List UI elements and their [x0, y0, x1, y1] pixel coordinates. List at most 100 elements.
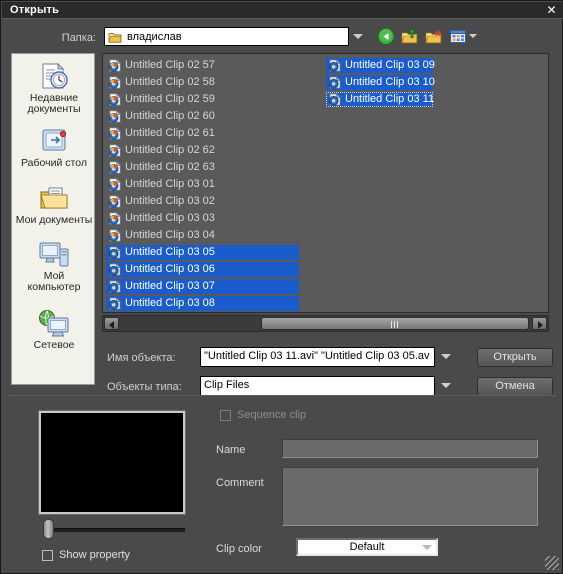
clip-file-icon [328, 76, 342, 89]
file-type-label: Объекты типа: [107, 381, 182, 393]
views-icon[interactable] [449, 28, 467, 45]
list-item[interactable]: Untitled Clip 02 58 [106, 75, 299, 90]
clip-color-label: Clip color [216, 543, 262, 555]
clip-file-icon [108, 110, 122, 123]
my-computer-icon [39, 242, 69, 267]
file-name: Untitled Clip 03 05 [125, 246, 215, 258]
comment-field[interactable] [282, 467, 538, 526]
clip-file-icon [108, 59, 122, 72]
show-property-label: Show property [59, 549, 130, 561]
list-item[interactable]: Untitled Clip 02 60 [106, 109, 299, 124]
preview-thumbnail [41, 413, 183, 512]
clip-file-icon [108, 93, 122, 106]
divider [9, 395, 556, 396]
file-name: Untitled Clip 03 04 [125, 229, 215, 241]
list-item[interactable]: Untitled Clip 03 10 [326, 75, 435, 90]
list-item[interactable]: Untitled Clip 03 01 [106, 177, 299, 192]
sidebar-item-label: Мои документы [15, 214, 93, 226]
list-item[interactable]: Untitled Clip 03 04 [106, 228, 299, 243]
resize-grip[interactable] [545, 556, 559, 570]
clip-file-icon [108, 263, 122, 276]
list-item[interactable]: Untitled Clip 02 61 [106, 126, 299, 141]
look-in-combobox[interactable]: владислав [104, 27, 349, 46]
file-name: Untitled Clip 03 09 [345, 59, 435, 71]
file-name-chevron-down-icon[interactable] [441, 354, 451, 359]
open-button[interactable]: Открыть [477, 348, 553, 367]
file-name: Untitled Clip 02 60 [125, 110, 215, 122]
name-label: Name [216, 444, 246, 456]
file-name: Untitled Clip 03 06 [125, 263, 215, 275]
file-name: Untitled Clip 03 01 [125, 178, 215, 190]
places-sidebar: Недавние документы Рабочий стол Мои доку… [11, 53, 95, 385]
clip-file-icon [108, 161, 122, 174]
sidebar-item-my-documents[interactable]: Мои документы [12, 184, 94, 226]
right-arrow-icon [538, 321, 543, 329]
grip-icon [391, 321, 400, 328]
open-file-dialog: Открыть ✕ Папка: владислав Недавние доку… [0, 0, 563, 574]
name-field[interactable] [282, 439, 538, 458]
clip-file-icon [108, 127, 122, 140]
file-name-label: Имя объекта: [107, 352, 176, 364]
new-folder-icon[interactable] [425, 28, 443, 45]
file-name: Untitled Clip 03 08 [125, 297, 215, 309]
folder-icon [108, 33, 122, 43]
list-item[interactable]: Untitled Clip 03 11 [326, 92, 435, 107]
clip-color-value: Default [349, 541, 385, 553]
preview-slider-track[interactable] [47, 528, 185, 532]
file-name: Untitled Clip 03 11 [345, 93, 435, 105]
list-item[interactable]: Untitled Clip 03 06 [106, 262, 299, 277]
clip-file-icon [108, 280, 122, 293]
sidebar-item-recent-documents[interactable]: Недавние документы [12, 62, 94, 115]
views-chevron-down-icon[interactable] [469, 34, 477, 38]
list-item[interactable]: Untitled Clip 02 57 [106, 58, 299, 73]
network-icon [39, 310, 69, 337]
desktop-icon [42, 129, 67, 151]
clip-file-icon [108, 229, 122, 242]
file-name: Untitled Clip 02 63 [125, 161, 215, 173]
scroll-left-button[interactable] [104, 317, 119, 330]
list-item[interactable]: Untitled Clip 03 07 [106, 279, 299, 294]
list-item[interactable]: Untitled Clip 03 05 [106, 245, 299, 260]
chevron-down-icon [422, 545, 432, 550]
file-type-chevron-down-icon[interactable] [441, 383, 451, 388]
file-name: Untitled Clip 02 58 [125, 76, 215, 88]
clip-file-icon [108, 76, 122, 89]
list-item[interactable]: Untitled Clip 03 03 [106, 211, 299, 226]
clip-color-combobox[interactable]: Default [296, 538, 438, 556]
chevron-down-icon[interactable] [353, 34, 363, 39]
clip-file-icon [108, 144, 122, 157]
sequence-clip-checkbox[interactable] [220, 410, 231, 421]
cancel-button[interactable]: Отмена [477, 377, 553, 396]
file-name-input[interactable]: "Untitled Clip 03 11.avi" "Untitled Clip… [200, 347, 435, 367]
scrollbar-thumb[interactable] [261, 317, 529, 330]
list-item[interactable]: Untitled Clip 03 09 [326, 58, 435, 73]
file-name: Untitled Clip 03 03 [125, 212, 215, 224]
clip-file-icon [328, 93, 342, 106]
sidebar-item-desktop[interactable]: Рабочий стол [12, 127, 94, 169]
file-list[interactable]: Untitled Clip 02 57 Untitled Clip 02 58 … [102, 53, 549, 313]
list-item[interactable]: Untitled Clip 02 59 [106, 92, 299, 107]
close-icon[interactable]: ✕ [544, 3, 559, 17]
left-arrow-icon [109, 321, 114, 329]
list-item[interactable]: Untitled Clip 03 08 [106, 296, 299, 311]
back-arrow-icon[interactable] [377, 28, 395, 45]
recent-documents-icon [42, 62, 68, 89]
list-item[interactable]: Untitled Clip 02 62 [106, 143, 299, 158]
title-bar: Открыть ✕ [2, 2, 563, 19]
sidebar-item-label: Рабочий стол [21, 157, 87, 169]
list-item[interactable]: Untitled Clip 03 02 [106, 194, 299, 209]
show-property-checkbox[interactable] [42, 550, 53, 561]
up-one-level-icon[interactable] [401, 28, 419, 45]
clip-file-icon [108, 212, 122, 225]
scroll-right-button[interactable] [532, 317, 547, 330]
preview-slider-thumb[interactable] [43, 519, 54, 539]
sidebar-item-my-computer[interactable]: Мой компьютер [12, 240, 94, 293]
file-name: Untitled Clip 02 62 [125, 144, 215, 156]
sidebar-item-label: Сетевое [33, 339, 75, 351]
list-item[interactable]: Untitled Clip 02 63 [106, 160, 299, 175]
horizontal-scrollbar[interactable] [102, 315, 549, 332]
clip-file-icon [328, 59, 342, 72]
file-type-input[interactable]: Clip Files [200, 376, 435, 396]
sidebar-item-network[interactable]: Сетевое [12, 309, 94, 351]
file-name: Untitled Clip 03 02 [125, 195, 215, 207]
